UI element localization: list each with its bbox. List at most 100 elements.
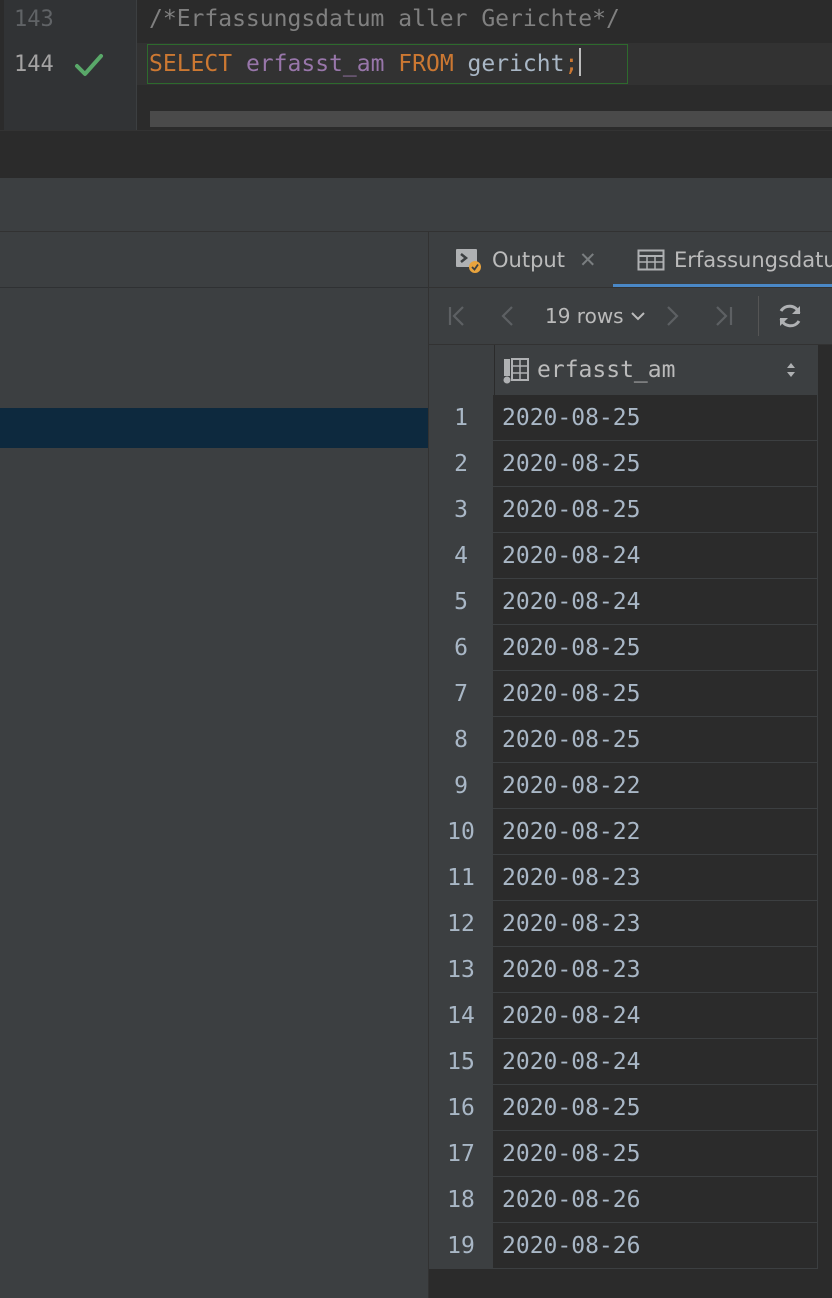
table-row[interactable]: 1 2020-08-25 [429, 395, 818, 441]
cell-erfasst-am[interactable]: 2020-08-26 [495, 1223, 818, 1268]
cell-erfasst-am[interactable]: 2020-08-25 [495, 717, 818, 762]
row-number[interactable]: 2 [429, 441, 494, 486]
toolbar-separator [758, 296, 759, 336]
cell-erfasst-am[interactable]: 2020-08-24 [495, 579, 818, 624]
cell-erfasst-am[interactable]: 2020-08-25 [495, 1085, 818, 1130]
grid-rows: 1 2020-08-25 2 2020-08-25 3 2020-08-25 4 2020-0… [429, 395, 818, 1269]
cell-erfasst-am[interactable]: 2020-08-25 [495, 671, 818, 716]
table-row[interactable]: 4 2020-08-24 [429, 533, 818, 579]
text-caret [579, 48, 582, 76]
results-toolbar: 19 rows [429, 288, 832, 345]
row-number[interactable]: 7 [429, 671, 494, 716]
column-header-erfasst-am[interactable]: erfasst_am [495, 345, 818, 395]
table-row[interactable]: 10 2020-08-22 [429, 809, 818, 855]
table-row[interactable]: 19 2020-08-26 [429, 1223, 818, 1269]
refresh-icon[interactable] [774, 300, 806, 332]
row-number[interactable]: 18 [429, 1177, 494, 1222]
table-row[interactable]: 16 2020-08-25 [429, 1085, 818, 1131]
row-number[interactable]: 12 [429, 901, 494, 946]
row-number[interactable]: 10 [429, 809, 494, 854]
table-name: gericht [467, 51, 565, 77]
column-icon [503, 358, 529, 384]
table-row[interactable]: 3 2020-08-25 [429, 487, 818, 533]
table-row[interactable]: 14 2020-08-24 [429, 993, 818, 1039]
horizontal-scrollbar[interactable] [150, 111, 832, 127]
cell-erfasst-am[interactable]: 2020-08-25 [495, 625, 818, 670]
services-tree-pane[interactable] [0, 232, 428, 1298]
row-number[interactable]: 11 [429, 855, 494, 900]
table-row[interactable]: 6 2020-08-25 [429, 625, 818, 671]
selected-tree-node[interactable] [0, 408, 428, 448]
previous-page-icon[interactable] [493, 300, 525, 332]
code-statement[interactable]: SELECT erfasst_am FROM gericht; [149, 48, 582, 77]
keyword-from: FROM [398, 51, 454, 77]
row-number[interactable]: 3 [429, 487, 494, 532]
table-row[interactable]: 12 2020-08-23 [429, 901, 818, 947]
tab-result-label: Erfassungsdatum [674, 247, 832, 272]
services-tree-toolbar [0, 232, 428, 288]
cell-erfasst-am[interactable]: 2020-08-23 [495, 947, 818, 992]
row-number[interactable]: 6 [429, 625, 494, 670]
table-row[interactable]: 8 2020-08-25 [429, 717, 818, 763]
row-number[interactable]: 1 [429, 395, 494, 440]
column-header-label: erfasst_am [537, 357, 676, 383]
code-comment[interactable]: /*Erfassungsdatum aller Gerichte*/ [149, 6, 620, 32]
cell-erfasst-am[interactable]: 2020-08-25 [495, 487, 818, 532]
results-tabs: Output ✕ Erfassungsdatum [429, 232, 832, 288]
cell-erfasst-am[interactable]: 2020-08-22 [495, 763, 818, 808]
table-row[interactable]: 13 2020-08-23 [429, 947, 818, 993]
row-number[interactable]: 17 [429, 1131, 494, 1176]
next-page-icon[interactable] [656, 300, 688, 332]
keyword-select: SELECT [149, 51, 233, 77]
active-tab-indicator [613, 284, 832, 287]
row-number[interactable]: 5 [429, 579, 494, 624]
first-page-icon[interactable] [441, 300, 473, 332]
sort-icon[interactable] [784, 359, 798, 381]
table-row[interactable]: 18 2020-08-26 [429, 1177, 818, 1223]
grid-header: erfasst_am [429, 345, 818, 395]
cell-erfasst-am[interactable]: 2020-08-25 [495, 1131, 818, 1176]
cell-erfasst-am[interactable]: 2020-08-24 [495, 993, 818, 1038]
row-number[interactable]: 9 [429, 763, 494, 808]
last-page-icon[interactable] [708, 300, 740, 332]
row-count-dropdown[interactable]: 19 rows [545, 304, 646, 328]
checkmark-icon [75, 54, 103, 76]
row-number[interactable]: 8 [429, 717, 494, 762]
table-row[interactable]: 17 2020-08-25 [429, 1131, 818, 1177]
cell-erfasst-am[interactable]: 2020-08-23 [495, 901, 818, 946]
table-grid-icon [637, 249, 665, 270]
row-number[interactable]: 19 [429, 1223, 494, 1268]
cell-erfasst-am[interactable]: 2020-08-25 [495, 395, 818, 440]
grid-empty-area [818, 345, 832, 1298]
console-output-icon [456, 248, 481, 273]
row-number[interactable]: 15 [429, 1039, 494, 1084]
cell-erfasst-am[interactable]: 2020-08-24 [495, 1039, 818, 1084]
row-number[interactable]: 14 [429, 993, 494, 1038]
cell-erfasst-am[interactable]: 2020-08-24 [495, 533, 818, 578]
row-number[interactable]: 13 [429, 947, 494, 992]
cell-erfasst-am[interactable]: 2020-08-26 [495, 1177, 818, 1222]
sql-editor[interactable]: 143 144 /*Erfassungsdatum aller Gerichte… [0, 0, 832, 179]
tab-result[interactable]: Erfassungsdatum [637, 232, 832, 287]
row-number-header[interactable] [429, 345, 495, 395]
semicolon: ; [564, 51, 579, 77]
table-row[interactable]: 11 2020-08-23 [429, 855, 818, 901]
editor-gutter: 143 144 [0, 0, 137, 130]
chevron-down-icon [630, 312, 645, 321]
results-pane: Output ✕ Erfassungsdatum 19 rows [429, 232, 832, 1298]
table-row[interactable]: 15 2020-08-24 [429, 1039, 818, 1085]
cell-erfasst-am[interactable]: 2020-08-22 [495, 809, 818, 854]
row-number[interactable]: 16 [429, 1085, 494, 1130]
line-number: 143 [14, 7, 54, 32]
row-number[interactable]: 4 [429, 533, 494, 578]
close-icon[interactable]: ✕ [579, 248, 597, 272]
tab-output-label: Output [492, 247, 565, 272]
tab-output[interactable]: Output ✕ [455, 232, 597, 287]
table-row[interactable]: 5 2020-08-24 [429, 579, 818, 625]
table-row[interactable]: 9 2020-08-22 [429, 763, 818, 809]
table-row[interactable]: 7 2020-08-25 [429, 671, 818, 717]
cell-erfasst-am[interactable]: 2020-08-25 [495, 441, 818, 486]
column-name: erfasst_am [245, 51, 385, 77]
cell-erfasst-am[interactable]: 2020-08-23 [495, 855, 818, 900]
table-row[interactable]: 2 2020-08-25 [429, 441, 818, 487]
